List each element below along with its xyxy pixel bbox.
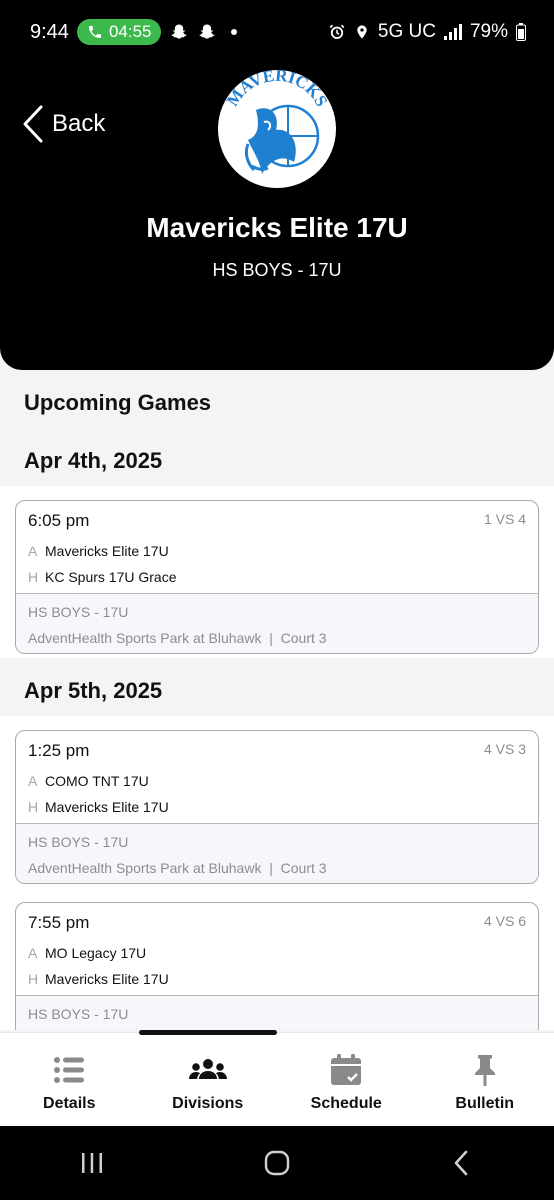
tab-label: Divisions (172, 1095, 244, 1112)
location-icon (357, 25, 367, 39)
home-team-row: H Mavericks Elite 17U (28, 971, 169, 987)
system-navigation-bar (0, 1126, 554, 1200)
date-heading: Apr 5th, 2025 (24, 678, 163, 703)
away-tag: A (28, 945, 38, 961)
network-type: 5G UC (377, 21, 436, 42)
logo-text: MAVERICKS (223, 70, 332, 110)
home-team-row: H KC Spurs 17U Grace (28, 569, 177, 585)
tab-label: Details (43, 1095, 96, 1112)
back-label: Back (52, 110, 106, 137)
scroll-indicator (139, 1030, 277, 1035)
game-details: HS BOYS - 17U AdventHealth Sports Park a… (16, 593, 538, 653)
game-card[interactable]: 1:25 pm 4 VS 3 A COMO TNT 17U H Maverick… (15, 730, 539, 884)
game-matchup: 4 VS 6 (483, 913, 526, 929)
game-venue: AdventHealth Sports Park at Bluhawk | Co… (28, 860, 327, 876)
recent-apps-icon[interactable] (77, 1148, 107, 1178)
back-nav-icon[interactable] (447, 1148, 477, 1178)
users-icon (188, 1059, 227, 1079)
home-team: KC Spurs 17U Grace (45, 569, 177, 585)
game-division: HS BOYS - 17U (28, 604, 129, 620)
tab-details[interactable]: Details (0, 1033, 139, 1126)
away-tag: A (28, 773, 38, 789)
away-tag: A (28, 543, 38, 559)
game-time: 6:05 pm (28, 511, 90, 530)
game-details: HS BOYS - 17U (16, 995, 538, 1030)
home-icon[interactable] (262, 1148, 292, 1178)
home-tag: H (28, 971, 39, 987)
notification-dot-icon (231, 29, 238, 35)
home-team-row: H Mavericks Elite 17U (28, 799, 169, 815)
game-card[interactable]: 7:55 pm 4 VS 6 A MO Legacy 17U H Maveric… (15, 902, 539, 1030)
pin-icon (474, 1055, 495, 1086)
home-tag: H (28, 799, 39, 815)
call-timer: 04:55 (108, 22, 152, 41)
home-team: Mavericks Elite 17U (45, 799, 169, 815)
game-time: 1:25 pm (28, 741, 90, 760)
battery-level: 79% (469, 21, 508, 42)
status-bar: 9:44 04:55 5G UC 79% (0, 0, 554, 64)
status-time: 9:44 (30, 20, 69, 43)
date-heading: Apr 4th, 2025 (24, 448, 163, 473)
tab-schedule[interactable]: Schedule (277, 1033, 416, 1126)
game-matchup: 4 VS 3 (483, 741, 526, 757)
bottom-tab-bar: Details Divisions Schedule Bulletin (0, 1032, 554, 1126)
app-screen: 9:44 04:55 5G UC 79% Back MAVERICKS Mave… (0, 0, 554, 1200)
away-team: Mavericks Elite 17U (45, 543, 169, 559)
tab-label: Schedule (310, 1095, 382, 1112)
snapchat-icon-2 (199, 24, 215, 39)
game-division: HS BOYS - 17U (28, 1006, 129, 1022)
snapchat-icon (171, 24, 187, 39)
game-card[interactable]: 6:05 pm 1 VS 4 A Mavericks Elite 17U H K… (15, 500, 539, 654)
away-team: MO Legacy 17U (45, 945, 147, 961)
home-team: Mavericks Elite 17U (45, 971, 169, 987)
away-team-row: A Mavericks Elite 17U (28, 543, 169, 559)
away-team-row: A COMO TNT 17U (28, 773, 149, 789)
battery-icon (516, 23, 526, 41)
tab-label: Bulletin (455, 1095, 515, 1112)
alarm-icon (329, 24, 345, 39)
away-team-row: A MO Legacy 17U (28, 945, 146, 961)
back-button[interactable]: Back (22, 104, 105, 144)
game-details: HS BOYS - 17U AdventHealth Sports Park a… (16, 823, 538, 883)
game-venue: AdventHealth Sports Park at Bluhawk | Co… (28, 630, 327, 646)
call-timer-pill[interactable]: 04:55 (76, 19, 162, 45)
mavericks-logo-icon: MAVERICKS (223, 70, 332, 174)
team-title: Mavericks Elite 17U (146, 212, 408, 243)
home-tag: H (28, 569, 39, 585)
away-team: COMO TNT 17U (45, 773, 149, 789)
calendar-check-icon (331, 1054, 362, 1085)
list-icon (54, 1057, 85, 1083)
game-division: HS BOYS - 17U (28, 834, 129, 850)
game-time: 7:55 pm (28, 913, 90, 932)
team-logo: MAVERICKS (218, 70, 336, 188)
chevron-left-icon (23, 105, 43, 143)
section-title: Upcoming Games (24, 390, 212, 415)
tab-bulletin[interactable]: Bulletin (416, 1033, 554, 1126)
phone-icon (88, 26, 101, 38)
signal-icon (443, 24, 462, 40)
game-matchup: 1 VS 4 (483, 511, 526, 527)
tab-divisions[interactable]: Divisions (139, 1033, 278, 1126)
team-header: Back MAVERICKS Mavericks Elite 17U HS BO… (0, 64, 554, 370)
games-list[interactable]: Upcoming Games Apr 4th, 2025 6:05 pm 1 V… (0, 370, 554, 1030)
team-division: HS BOYS - 17U (212, 260, 342, 280)
